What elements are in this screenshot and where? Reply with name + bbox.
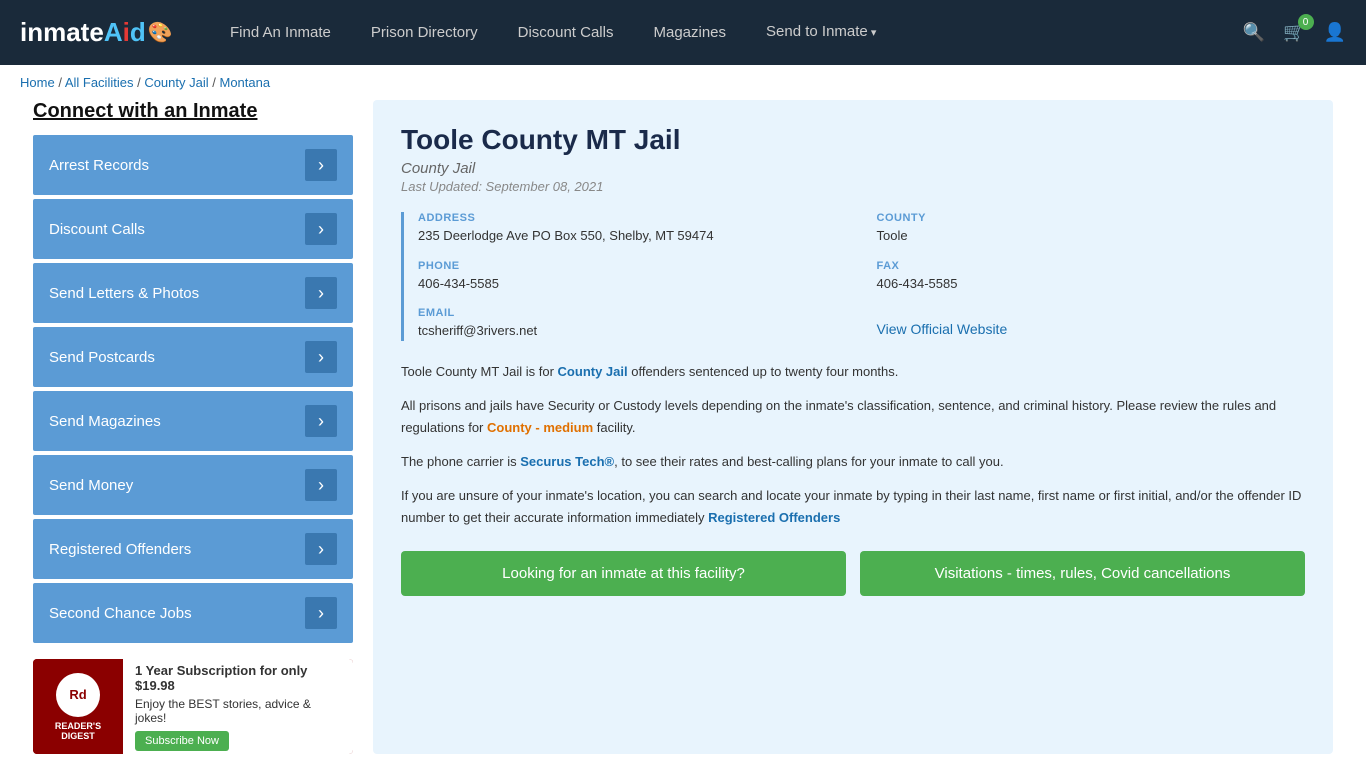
sidebar-item-send-money[interactable]: Send Money › — [33, 455, 353, 515]
sidebar-item-send-letters[interactable]: Send Letters & Photos › — [33, 263, 353, 323]
sidebar-title: Connect with an Inmate — [33, 100, 353, 123]
breadcrumb-county-jail[interactable]: County Jail — [144, 75, 208, 90]
chevron-right-icon: › — [305, 149, 337, 181]
breadcrumb-montana[interactable]: Montana — [219, 75, 270, 90]
address-value: 235 Deerlodge Ave PO Box 550, Shelby, MT… — [418, 226, 847, 246]
breadcrumb-all-facilities[interactable]: All Facilities — [65, 75, 134, 90]
sidebar-ad[interactable]: Rd READER'S DIGEST 1 Year Subscription f… — [33, 659, 353, 754]
nav-discount-calls[interactable]: Discount Calls — [498, 0, 634, 65]
email-value: tcsheriff@3rivers.net — [418, 321, 847, 341]
phone-label: PHONE — [418, 260, 847, 272]
main-layout: Connect with an Inmate Arrest Records › … — [13, 100, 1353, 784]
address-label: ADDRESS — [418, 212, 847, 224]
info-divider: ADDRESS 235 Deerlodge Ave PO Box 550, Sh… — [401, 212, 1305, 341]
breadcrumb: Home / All Facilities / County Jail / Mo… — [0, 65, 1366, 100]
breadcrumb-home[interactable]: Home — [20, 75, 55, 90]
registered-offenders-link[interactable]: Registered Offenders — [708, 510, 840, 525]
county-jail-link[interactable]: County Jail — [558, 364, 628, 379]
ad-logo: Rd — [56, 673, 100, 717]
chevron-right-icon: › — [305, 277, 337, 309]
desc-para-3: The phone carrier is Securus Tech®, to s… — [401, 451, 1305, 473]
ad-title: 1 Year Subscription for only $19.98 — [135, 663, 341, 693]
website-link[interactable]: View Official Website — [877, 321, 1008, 337]
sidebar-item-send-magazines[interactable]: Send Magazines › — [33, 391, 353, 451]
ad-brand-section: Rd READER'S DIGEST — [33, 659, 123, 754]
nav-find-inmate[interactable]: Find An Inmate — [210, 0, 351, 65]
address-block: ADDRESS 235 Deerlodge Ave PO Box 550, Sh… — [418, 212, 847, 246]
website-block: View Official Website — [877, 307, 1306, 341]
find-inmate-button[interactable]: Looking for an inmate at this facility? — [401, 551, 846, 596]
header: inmateAid 🎨 Find An Inmate Prison Direct… — [0, 0, 1366, 65]
sidebar-item-discount-calls[interactable]: Discount Calls › — [33, 199, 353, 259]
ad-subscribe-button[interactable]: Subscribe Now — [135, 731, 229, 751]
county-label: COUNTY — [877, 212, 1306, 224]
facility-last-updated: Last Updated: September 08, 2021 — [401, 179, 1305, 194]
ad-subtitle: Enjoy the BEST stories, advice & jokes! — [135, 697, 341, 725]
info-grid: ADDRESS 235 Deerlodge Ave PO Box 550, Sh… — [418, 212, 1305, 341]
sidebar-menu: Arrest Records › Discount Calls › Send L… — [33, 135, 353, 643]
county-value: Toole — [877, 226, 1306, 246]
sidebar-item-registered-offenders[interactable]: Registered Offenders › — [33, 519, 353, 579]
nav-prison-directory[interactable]: Prison Directory — [351, 0, 498, 65]
user-icon[interactable]: 👤 — [1324, 22, 1346, 43]
desc-para-1: Toole County MT Jail is for County Jail … — [401, 361, 1305, 383]
cart-badge: 0 — [1298, 14, 1314, 30]
cart-icon[interactable]: 🛒 0 — [1283, 22, 1305, 43]
facility-title: Toole County MT Jail — [401, 124, 1305, 156]
fax-label: FAX — [877, 260, 1306, 272]
securus-link[interactable]: Securus Tech® — [520, 454, 614, 469]
action-buttons: Looking for an inmate at this facility? … — [401, 551, 1305, 596]
nav-magazines[interactable]: Magazines — [633, 0, 746, 65]
chevron-right-icon: › — [305, 341, 337, 373]
website-spacer — [877, 307, 1306, 319]
main-content: Toole County MT Jail County Jail Last Up… — [373, 100, 1333, 754]
chevron-right-icon: › — [305, 469, 337, 501]
search-icon[interactable]: 🔍 — [1243, 22, 1265, 43]
chevron-right-icon: › — [305, 533, 337, 565]
fax-block: FAX 406-434-5585 — [877, 260, 1306, 294]
facility-subtitle: County Jail — [401, 160, 1305, 177]
nav-send-to-inmate[interactable]: Send to Inmate — [746, 0, 896, 66]
phone-value: 406-434-5585 — [418, 274, 847, 294]
sidebar-item-second-chance-jobs[interactable]: Second Chance Jobs › — [33, 583, 353, 643]
main-nav: Find An Inmate Prison Directory Discount… — [210, 0, 1213, 66]
sidebar-item-arrest-records[interactable]: Arrest Records › — [33, 135, 353, 195]
visitations-button[interactable]: Visitations - times, rules, Covid cancel… — [860, 551, 1305, 596]
county-block: COUNTY Toole — [877, 212, 1306, 246]
sidebar-item-send-postcards[interactable]: Send Postcards › — [33, 327, 353, 387]
description-section: Toole County MT Jail is for County Jail … — [401, 361, 1305, 530]
chevron-right-icon: › — [305, 405, 337, 437]
sidebar: Connect with an Inmate Arrest Records › … — [33, 100, 353, 754]
ad-content: 1 Year Subscription for only $19.98 Enjo… — [123, 659, 353, 754]
email-label: EMAIL — [418, 307, 847, 319]
email-block: EMAIL tcsheriff@3rivers.net — [418, 307, 847, 341]
phone-block: PHONE 406-434-5585 — [418, 260, 847, 294]
fax-value: 406-434-5585 — [877, 274, 1306, 294]
desc-para-4: If you are unsure of your inmate's locat… — [401, 485, 1305, 529]
logo[interactable]: inmateAid 🎨 — [20, 17, 180, 48]
chevron-right-icon: › — [305, 213, 337, 245]
county-medium-link[interactable]: County - medium — [487, 420, 593, 435]
header-icons: 🔍 🛒 0 👤 — [1243, 22, 1346, 43]
desc-para-2: All prisons and jails have Security or C… — [401, 395, 1305, 439]
chevron-right-icon: › — [305, 597, 337, 629]
